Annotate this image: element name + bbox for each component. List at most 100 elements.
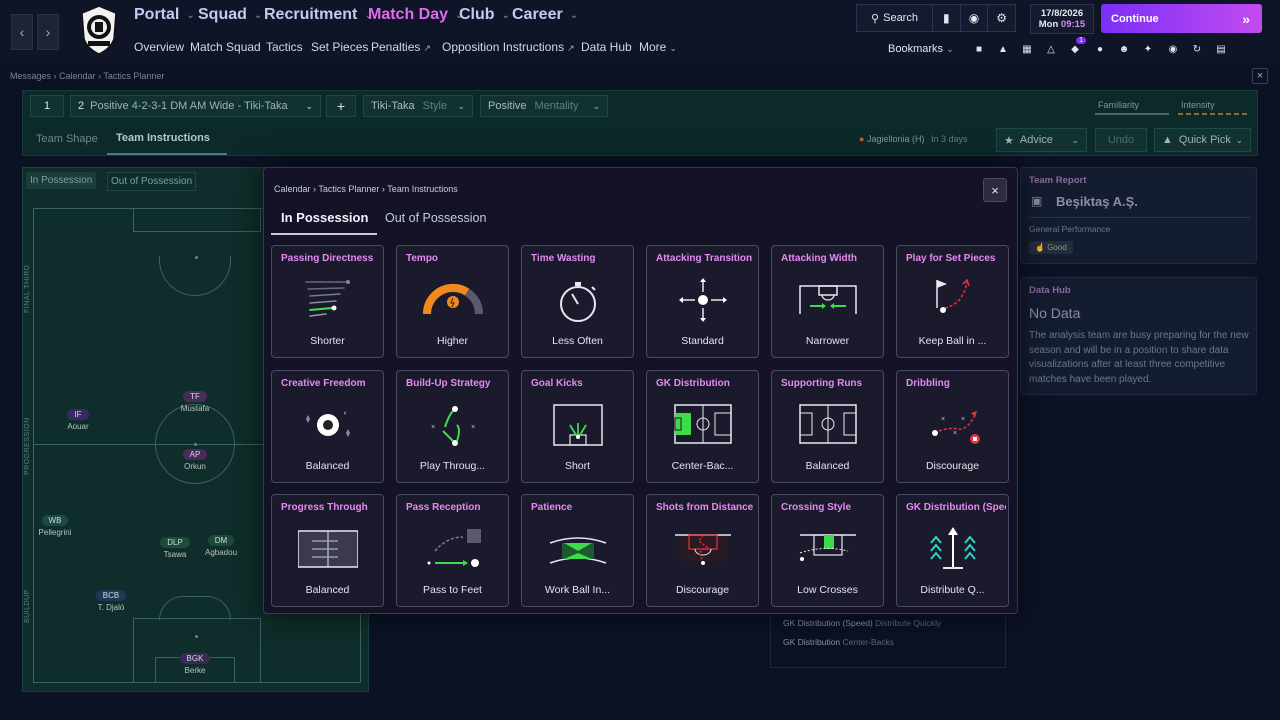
submenu-set-pieces[interactable]: Set Pieces (311, 40, 368, 54)
date-display[interactable]: 17/8/2026 Mon 09:15 (1030, 4, 1094, 34)
data-hub-title: Data Hub (1029, 285, 1071, 296)
card-play-for-set-pieces[interactable]: Play for Set Pieces Keep Ball in ... (896, 245, 1009, 358)
submenu-data-hub[interactable]: Data Hub (581, 40, 632, 54)
submenu-opposition-instructions[interactable]: Opposition Instructions ↗ (442, 40, 575, 54)
formation-name: Positive 4-2-3-1 DM AM Wide - Tiki-Taka (90, 100, 288, 112)
menu-recruitment[interactable]: Recruitment ⌄ (264, 6, 373, 24)
chat-icon[interactable]: ■ (970, 41, 988, 57)
card-creative-freedom[interactable]: Creative Freedom Balanced (271, 370, 384, 483)
continue-label: Continue (1111, 12, 1159, 25)
menu-match-day[interactable]: Match Day ⌄ (368, 6, 463, 24)
cup-icon[interactable]: ● (1091, 41, 1109, 57)
summary-label: GK Distribution (Speed) (783, 618, 873, 628)
chevron-down-icon: ⌄ (1071, 134, 1079, 145)
card-tempo[interactable]: Tempo Higher (396, 245, 509, 358)
card-shots-from-distance[interactable]: Shots from Distance Discourage (646, 494, 759, 607)
team-report-title: Team Report (1029, 175, 1087, 186)
card-value: Center-Bac... (671, 460, 734, 472)
tactic-slot-selector[interactable]: 1 (30, 95, 64, 117)
tab-team-shape[interactable]: Team Shape (36, 133, 98, 145)
bookmark-icon[interactable]: ▮ (932, 5, 960, 31)
submenu-penalties[interactable]: Penalties ↗ (371, 40, 431, 54)
card-progress-through[interactable]: Progress Through Balanced (271, 494, 384, 607)
card-build-up-strategy[interactable]: Build-Up Strategy × × Play Throug... (396, 370, 509, 483)
tab-team-instructions[interactable]: Team Instructions (116, 132, 210, 144)
scouting-icon[interactable]: ✦ (1139, 41, 1157, 57)
player-bcb[interactable]: BCB T. Djaló (89, 590, 133, 612)
shirt-icon[interactable]: ▲ (994, 41, 1012, 57)
clipboard-icon[interactable]: ▦ (1018, 41, 1036, 57)
menu-portal[interactable]: Portal ⌄ (134, 6, 195, 24)
menu-career[interactable]: Career ⌄ (512, 6, 578, 24)
breadcrumb-tactics-planner[interactable]: Tactics Planner (103, 71, 164, 81)
submenu-more[interactable]: More ⌄ (639, 40, 677, 54)
inbox-icon[interactable]: ◆ 1 (1066, 37, 1086, 57)
trophy-icon[interactable]: ◉ (959, 5, 988, 31)
close-page-button[interactable]: × (1252, 68, 1268, 84)
player-if[interactable]: IF Aouar (60, 409, 96, 431)
pitch-tab-out-of-possession[interactable]: Out of Possession (107, 172, 197, 191)
mentality-selector[interactable]: Positive Mentality ⌄ (480, 95, 608, 117)
finance-icon[interactable]: ◉ (1164, 41, 1182, 57)
player-bgk[interactable]: BGK Berke (173, 653, 217, 675)
club-crest-icon[interactable] (80, 5, 118, 55)
card-crossing-style[interactable]: Crossing Style Low Crosses (771, 494, 884, 607)
svg-text:×: × (953, 430, 957, 437)
card-attacking-transition[interactable]: Attacking Transition Standard (646, 245, 759, 358)
card-dribbling[interactable]: Dribbling × × × Discourage (896, 370, 1009, 483)
card-patience[interactable]: Patience Work Ball In... (521, 494, 634, 607)
player-wb[interactable]: WB Pellegrini (33, 515, 77, 537)
pitch-tab-in-possession[interactable]: In Possession (26, 172, 97, 189)
chevron-down-icon: ⌄ (592, 100, 600, 111)
staff-icon[interactable]: ☻ (1115, 41, 1133, 57)
submenu-tactics[interactable]: Tactics (266, 40, 303, 54)
card-value: Shorter (310, 335, 345, 347)
role-badge: DLP (160, 537, 190, 548)
advice-button[interactable]: ★ Advice ⌄ (996, 128, 1087, 152)
submenu-overview[interactable]: Overview (134, 40, 184, 54)
player-ap[interactable]: AP Orkun (175, 449, 215, 471)
card-goal-kicks[interactable]: Goal Kicks Short (521, 370, 634, 483)
formation-selector[interactable]: 2 Positive 4-2-3-1 DM AM Wide - Tiki-Tak… (70, 95, 321, 117)
tactics-header: 1 2 Positive 4-2-3-1 DM AM Wide - Tiki-T… (22, 90, 1258, 156)
continue-button[interactable]: Continue » (1101, 4, 1262, 33)
training-icon[interactable]: △ (1042, 41, 1060, 57)
refresh-icon[interactable]: ↻ (1188, 41, 1206, 57)
modal-close-button[interactable]: × (983, 178, 1007, 202)
modal-tab-in-possession[interactable]: In Possession (281, 210, 368, 225)
card-attacking-width[interactable]: Attacking Width Narrower (771, 245, 884, 358)
quick-pick-button[interactable]: ▲ Quick Pick ⌄ (1154, 128, 1251, 152)
gk-distribution-icon (674, 404, 732, 444)
add-tactic-button[interactable]: + (326, 95, 356, 117)
modal-breadcrumb-calendar[interactable]: Calendar (274, 184, 311, 194)
search-button[interactable]: ⚲ Search (857, 12, 932, 25)
modal-breadcrumb-tactics-planner[interactable]: Tactics Planner (318, 184, 379, 194)
center-spot (194, 443, 197, 446)
card-title: Time Wasting (531, 253, 596, 264)
card-pass-reception[interactable]: Pass Reception Pass to Feet (396, 494, 509, 607)
gear-icon[interactable]: ⚙ (987, 5, 1015, 31)
calendar-icon[interactable]: ▤ (1212, 41, 1230, 57)
card-gk-distribution[interactable]: GK Distribution Center-Bac... (646, 370, 759, 483)
back-button[interactable]: ‹ (11, 14, 33, 50)
forward-button[interactable]: › (37, 14, 59, 50)
breadcrumb-calendar[interactable]: Calendar (59, 71, 96, 81)
menu-club[interactable]: Club ⌄ (459, 6, 510, 24)
card-passing-directness[interactable]: Passing Directness Shorter (271, 245, 384, 358)
card-gk-distribution-speed[interactable]: GK Distribution (Speed Distribute Q... (896, 494, 1009, 607)
card-time-wasting[interactable]: Time Wasting Less Often (521, 245, 634, 358)
undo-button[interactable]: Undo (1095, 128, 1147, 152)
card-value: Higher (437, 335, 468, 347)
player-dlp[interactable]: DLP Tsawa (155, 537, 195, 559)
player-dm[interactable]: DM Agbadou (199, 535, 243, 557)
modal-tab-out-of-possession[interactable]: Out of Possession (385, 211, 486, 225)
chevron-down-icon: ⌄ (186, 9, 195, 21)
bookmarks-menu[interactable]: Bookmarks ⌄ (888, 43, 954, 55)
player-tf[interactable]: TF Mustafa (175, 391, 215, 413)
style-selector[interactable]: Tiki-Taka Style ⌄ (363, 95, 473, 117)
submenu-match-squad[interactable]: Match Squad (190, 40, 261, 54)
breadcrumb-messages[interactable]: Messages (10, 71, 51, 81)
player-name: Orkun (184, 462, 206, 471)
card-supporting-runs[interactable]: Supporting Runs Balanced (771, 370, 884, 483)
menu-squad[interactable]: Squad ⌄ (198, 6, 262, 24)
